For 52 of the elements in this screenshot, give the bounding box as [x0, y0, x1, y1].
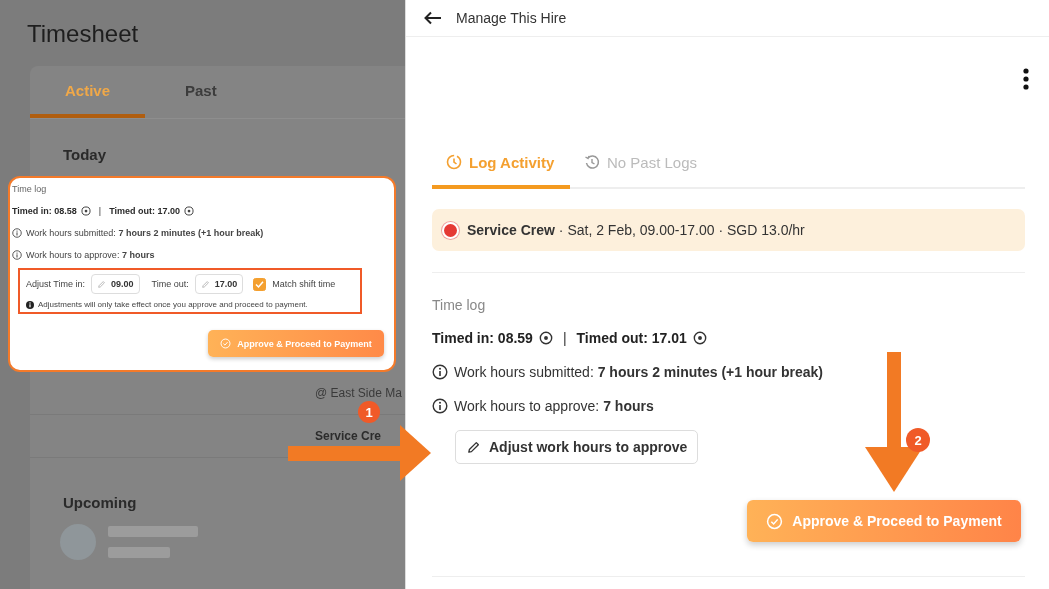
- timed-out-text: Timed out: 17.00: [109, 206, 181, 216]
- info-icon: [12, 250, 22, 260]
- back-arrow-icon[interactable]: [424, 11, 442, 25]
- section-heading: Time log: [432, 297, 486, 313]
- panel-title: Manage This Hire: [456, 10, 567, 26]
- pencil-icon: [200, 279, 210, 289]
- location-text: @ East Side Ma: [315, 386, 402, 400]
- section-heading: Today: [63, 146, 107, 163]
- work-hours-text: Work hours submitted: 7 hours 2 minutes (+1 hour break): [26, 228, 264, 238]
- shift-details: Service Crew · Sat, 2 Feb, 09.00-17.00 · SGD 13.0/hr: [467, 222, 805, 238]
- timed-in-text: Timed in: 08.58: [12, 206, 77, 216]
- approve-button[interactable]: Approve & Proceed to Payment: [208, 330, 384, 357]
- check-circle-icon: [220, 338, 232, 349]
- eye-icon[interactable]: [538, 331, 553, 345]
- info-icon: [26, 300, 34, 309]
- separator: |: [98, 206, 102, 216]
- adjust-hours-button[interactable]: Adjust work hours to approve: [455, 430, 699, 464]
- section-heading: Time log: [12, 184, 47, 194]
- pencil-icon: [97, 279, 107, 289]
- field-label: Adjust Time in:: [26, 279, 86, 289]
- page-title: Timesheet: [27, 20, 139, 48]
- work-hours-text: Work hours to approve: 7 hours: [26, 250, 155, 260]
- timed-out-text: Timed out: 17.01: [576, 330, 687, 346]
- history-icon: [584, 154, 600, 170]
- note-text: Adjustments will only take effect once you approve and proceed to payment.: [38, 300, 308, 309]
- info-icon: [12, 228, 22, 238]
- section-heading: Upcoming: [63, 494, 137, 511]
- tab[interactable]: Log Activity: [432, 139, 570, 189]
- checkbox[interactable]: [253, 277, 267, 291]
- approve-button[interactable]: Approve & Proceed to Payment: [747, 500, 1021, 542]
- pencil-icon: [466, 439, 481, 455]
- skeleton-bar: [108, 547, 170, 558]
- tab[interactable]: Past: [185, 66, 217, 118]
- check-circle-icon: [766, 512, 784, 530]
- eye-icon[interactable]: [692, 331, 707, 345]
- eye-icon[interactable]: [184, 206, 195, 216]
- tab[interactable]: No Past Logs: [570, 139, 712, 189]
- time-out-field[interactable]: 17.00: [194, 274, 244, 294]
- field-label: Time out:: [151, 279, 189, 289]
- clock-icon: [446, 154, 462, 170]
- tab[interactable]: Active: [30, 66, 145, 118]
- more-options-icon[interactable]: [1023, 68, 1029, 90]
- info-icon: [432, 398, 448, 414]
- work-hours-text: Work hours to approve: 7 hours: [454, 398, 654, 414]
- checkbox-label: Match shift time: [272, 279, 336, 289]
- info-icon: [432, 364, 448, 380]
- job-title: Service Cre: [315, 429, 382, 443]
- eye-icon[interactable]: [80, 206, 91, 216]
- separator: |: [562, 330, 567, 346]
- work-hours-text: Work hours submitted: 7 hours 2 minutes (+1 hour break): [454, 364, 823, 380]
- timed-in-text: Timed in: 08.59: [432, 330, 533, 346]
- time-in-field[interactable]: 09.00: [91, 274, 140, 294]
